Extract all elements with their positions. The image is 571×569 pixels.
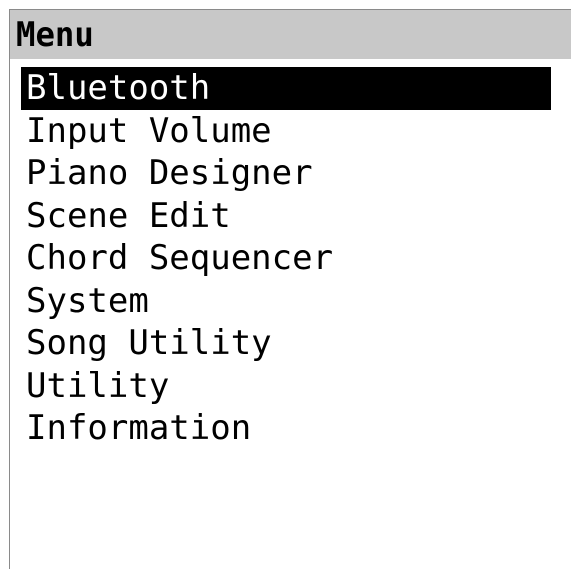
menu-item-label: Piano Designer xyxy=(26,153,313,194)
menu-item-label: System xyxy=(26,280,149,321)
menu-item-label: Information xyxy=(26,408,252,449)
menu-item-bluetooth[interactable]: Bluetooth xyxy=(21,67,551,110)
menu-item-information[interactable]: Information xyxy=(21,407,551,450)
menu-item-label: Scene Edit xyxy=(26,195,231,236)
menu-item-song-utility[interactable]: Song Utility xyxy=(21,322,551,365)
menu-item-label: Song Utility xyxy=(26,323,272,364)
menu-item-label: Chord Sequencer xyxy=(26,238,334,279)
title-bar: Menu xyxy=(10,10,571,59)
menu-item-label: Utility xyxy=(26,365,170,406)
page-title: Menu xyxy=(16,14,94,55)
menu-item-utility[interactable]: Utility xyxy=(21,365,551,408)
menu-item-label: Input Volume xyxy=(26,110,272,151)
lcd-screen: Menu Bluetooth Input Volume Piano Design… xyxy=(9,9,571,569)
menu-list: Bluetooth Input Volume Piano Designer Sc… xyxy=(21,67,551,450)
menu-item-label: Bluetooth xyxy=(26,68,211,109)
menu-item-scene-edit[interactable]: Scene Edit xyxy=(21,195,551,238)
menu-item-piano-designer[interactable]: Piano Designer xyxy=(21,152,551,195)
menu-item-chord-sequencer[interactable]: Chord Sequencer xyxy=(21,237,551,280)
menu-item-system[interactable]: System xyxy=(21,280,551,323)
menu-item-input-volume[interactable]: Input Volume xyxy=(21,110,551,153)
